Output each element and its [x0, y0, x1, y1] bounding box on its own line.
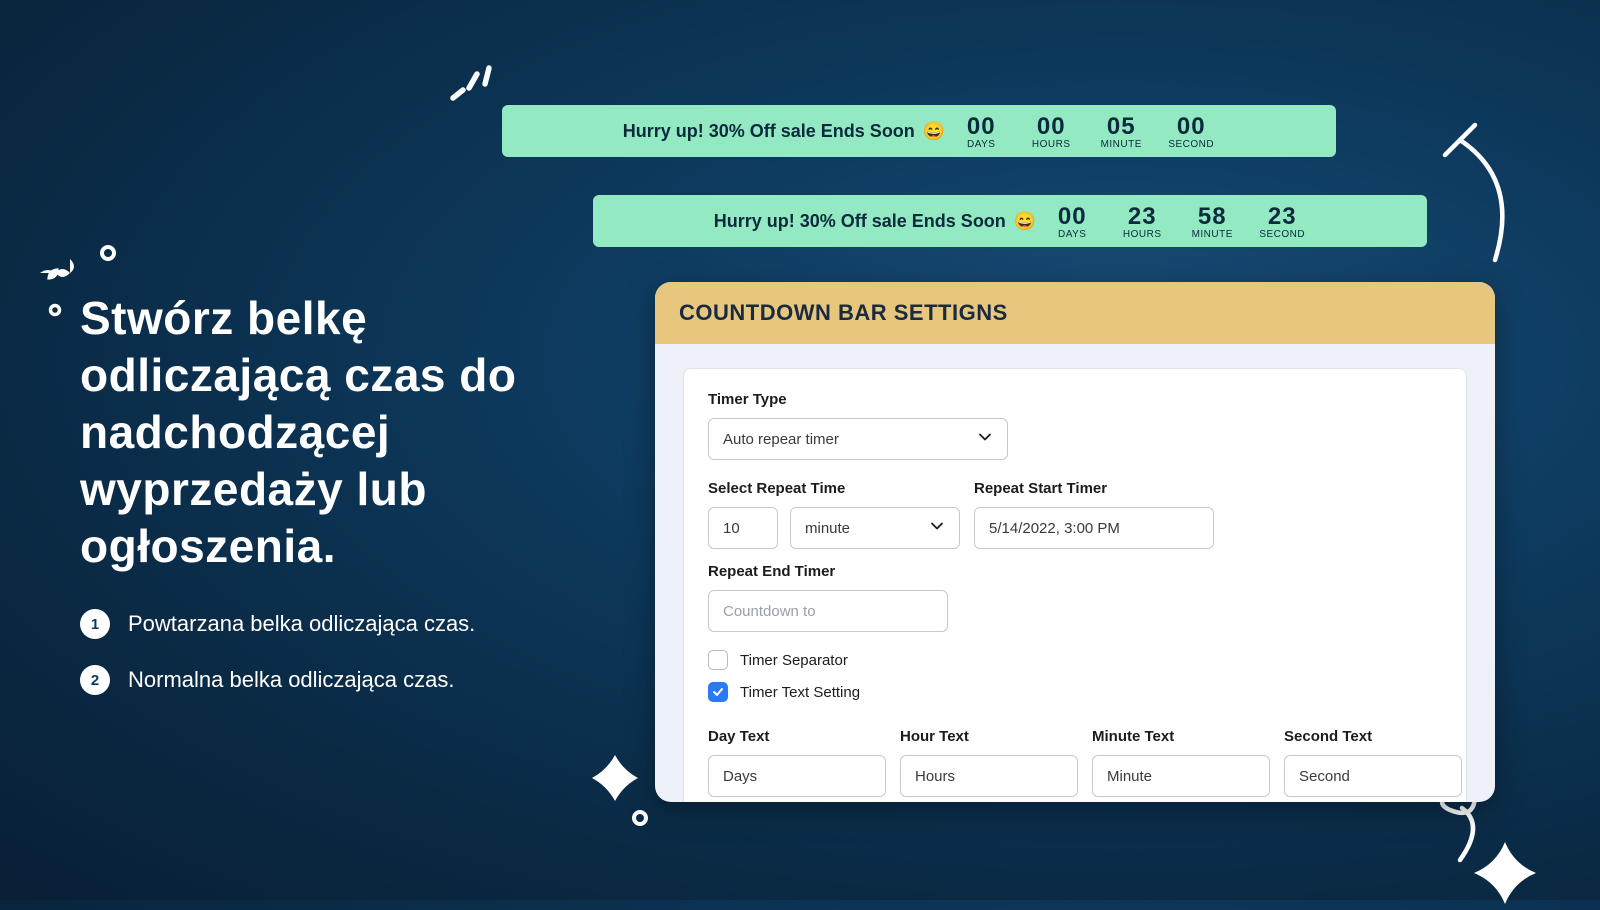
- bullet-text: Powtarzana belka odliczająca czas.: [128, 611, 475, 637]
- bar-message-text: Hurry up! 30% Off sale Ends Soon: [714, 211, 1006, 232]
- hero-text: Stwórz belkę odliczającą czas do nadchod…: [80, 290, 580, 721]
- emoji-icon: 😄: [923, 121, 945, 142]
- select-value: minute: [805, 520, 850, 537]
- repeat-unit-select[interactable]: minute: [790, 507, 960, 549]
- timer-group: 00 DAYS 00 HOURS 05 MINUTE 00 SECOND: [957, 113, 1215, 150]
- bar-message: Hurry up! 30% Off sale Ends Soon 😄: [623, 121, 945, 142]
- repeat-start-label: Repeat Start Timer: [974, 480, 1214, 497]
- minute-text-label: Minute Text: [1092, 728, 1270, 745]
- timer-hours: 00 HOURS: [1027, 113, 1075, 150]
- bullet-1: 1 Powtarzana belka odliczająca czas.: [80, 609, 580, 639]
- timer-days: 00 DAYS: [1048, 203, 1096, 240]
- text-setting-label: Timer Text Setting: [740, 684, 860, 701]
- second-text-label: Second Text: [1284, 728, 1462, 745]
- hour-text-label: Hour Text: [900, 728, 1078, 745]
- repeat-end-input[interactable]: Countdown to: [708, 590, 948, 632]
- timer-minute: 58 MINUTE: [1188, 203, 1236, 240]
- timer-text-setting-checkbox[interactable]: [708, 682, 728, 702]
- separator-label: Timer Separator: [740, 652, 848, 669]
- countdown-bar-1: Hurry up! 30% Off sale Ends Soon 😄 00 DA…: [502, 105, 1336, 157]
- headline: Stwórz belkę odliczającą czas do nadchod…: [80, 290, 580, 575]
- form-card: Timer Type Auto repear timer Select Repe…: [683, 368, 1467, 802]
- repeat-end-label: Repeat End Timer: [708, 563, 948, 580]
- repeat-time-input[interactable]: 10: [708, 507, 778, 549]
- bullet-number-icon: 2: [80, 665, 110, 695]
- minute-text-input[interactable]: Minute: [1092, 755, 1270, 797]
- select-value: Auto repear timer: [723, 431, 839, 448]
- repeat-time-label: Select Repeat Time: [708, 480, 960, 497]
- repeat-start-input[interactable]: 5/14/2022, 3:00 PM: [974, 507, 1214, 549]
- hour-text-input[interactable]: Hours: [900, 755, 1078, 797]
- timer-group: 00 DAYS 23 HOURS 58 MINUTE 23 SECOND: [1048, 203, 1306, 240]
- panel-title: COUNTDOWN BAR SETTIGNS: [655, 282, 1495, 344]
- timer-hours: 23 HOURS: [1118, 203, 1166, 240]
- timer-days: 00 DAYS: [957, 113, 1005, 150]
- countdown-bar-2: Hurry up! 30% Off sale Ends Soon 😄 00 DA…: [593, 195, 1427, 247]
- day-text-input[interactable]: Days: [708, 755, 886, 797]
- second-text-input[interactable]: Second: [1284, 755, 1462, 797]
- chevron-down-icon: [929, 518, 945, 538]
- bullet-2: 2 Normalna belka odliczająca czas.: [80, 665, 580, 695]
- timer-type-select[interactable]: Auto repear timer: [708, 418, 1008, 460]
- timer-minute: 05 MINUTE: [1097, 113, 1145, 150]
- bar-message-text: Hurry up! 30% Off sale Ends Soon: [623, 121, 915, 142]
- emoji-icon: 😄: [1014, 211, 1036, 232]
- timer-second: 00 SECOND: [1167, 113, 1215, 150]
- bullet-text: Normalna belka odliczająca czas.: [128, 667, 455, 693]
- timer-type-label: Timer Type: [708, 391, 1442, 408]
- bar-message: Hurry up! 30% Off sale Ends Soon 😄: [714, 211, 1036, 232]
- timer-second: 23 SECOND: [1258, 203, 1306, 240]
- chevron-down-icon: [977, 429, 993, 449]
- settings-panel: COUNTDOWN BAR SETTIGNS Timer Type Auto r…: [655, 282, 1495, 802]
- day-text-label: Day Text: [708, 728, 886, 745]
- bullet-number-icon: 1: [80, 609, 110, 639]
- timer-separator-checkbox[interactable]: [708, 650, 728, 670]
